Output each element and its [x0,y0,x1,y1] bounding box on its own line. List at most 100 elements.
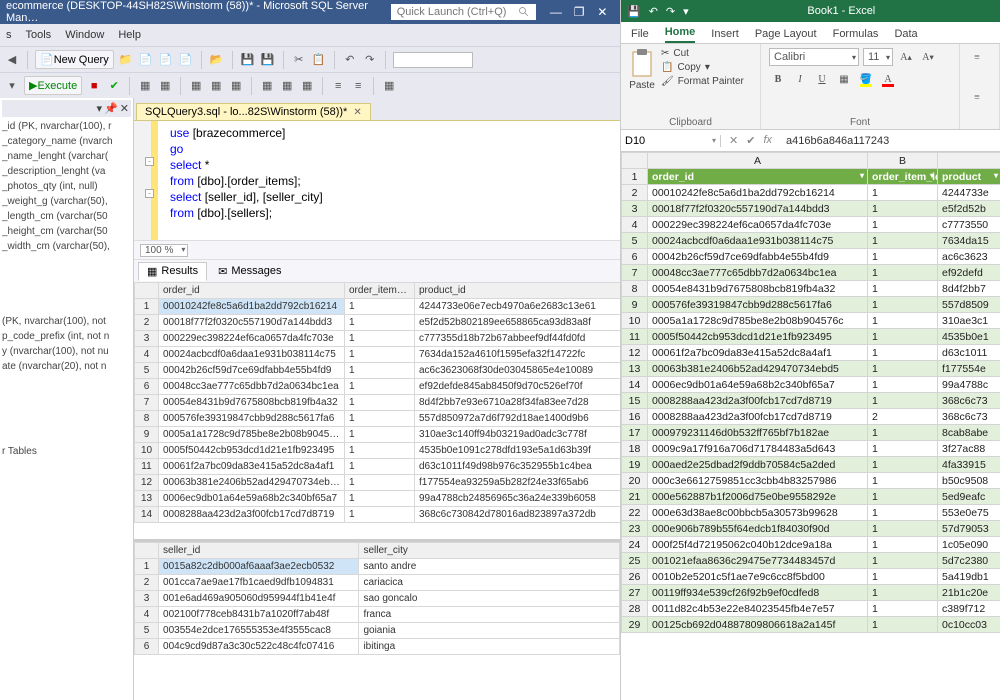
cell[interactable]: 0005a1a1728c9d785be8e2b08b904576c [648,313,868,329]
col-header[interactable]: order_item_id [345,283,415,299]
cell[interactable]: 1 [868,425,938,441]
cell[interactable]: 0c10cc03 [938,617,1000,633]
format-painter-button[interactable]: 🖌 Format Painter [661,76,744,87]
cell[interactable]: 000e63d38ae8c00bbcb5a30573b99628 [648,505,868,521]
cell[interactable]: 4244733e06e7ecb4970a6e2683c13e61 [415,299,621,315]
tb-icon[interactable]: ▦ [381,78,397,94]
tb-icon[interactable]: ▾ [4,78,20,94]
cell[interactable]: 1 [868,521,938,537]
cell[interactable]: 4fa33915 [938,457,1000,473]
cell[interactable]: 310ae3c140ff94b03219ad0adc3c778f [415,427,621,443]
minimize-button[interactable]: — [544,5,567,19]
cell[interactable]: ef92defde845ab8450f9d70c526ef70f [415,379,621,395]
cell[interactable]: 1 [345,427,415,443]
cell[interactable]: 1 [868,233,938,249]
cell[interactable]: b50c9508 [938,473,1000,489]
tb-icon[interactable]: ▦ [137,78,153,94]
cell[interactable]: 1 [868,217,938,233]
excel-grid[interactable]: AB1order_idorder_item_idproduct200010242… [621,152,1000,700]
oe-item[interactable]: _name_lenght (varchar( [2,149,131,164]
tb-icon[interactable]: ▦ [208,78,224,94]
undo-icon[interactable]: ↶ [649,5,658,18]
cell[interactable]: ibitinga [359,639,620,655]
cell[interactable]: 1 [868,617,938,633]
cell[interactable]: e5f2d52b802189ee658865ca93d83a8f [415,315,621,331]
cell[interactable]: 99a4788cb24856965c36a24e339b6058 [415,491,621,507]
cell[interactable]: 000576fe39319847cbb9d288c5617fa6 [648,297,868,313]
cell[interactable]: 00010242fe8c5a6d1ba2dd792cb16214 [159,299,345,315]
tb-icon[interactable]: ▦ [259,78,275,94]
cell[interactable]: 3f27ac88 [938,441,1000,457]
cell[interactable]: goiania [359,623,620,639]
cell[interactable]: 002100f778ceb8431b7a1020ff7ab48f [159,607,359,623]
cell[interactable]: ef92defd [938,265,1000,281]
cell[interactable]: 1 [868,201,938,217]
open-icon[interactable]: 📂 [209,52,225,68]
cell[interactable]: 310ae3c1 [938,313,1000,329]
cell[interactable]: 1 [868,249,938,265]
cell[interactable]: 5ed9eafc [938,489,1000,505]
cell[interactable]: 1 [868,265,938,281]
cell[interactable]: 1 [868,361,938,377]
quick-launch-input[interactable]: Quick Launch (Ctrl+Q) [391,4,537,20]
cell[interactable]: 0008288aa423d2a3f00fcb17cd7d8719 [648,409,868,425]
cell[interactable]: 000f25f4d72195062c040b12dce9a18a [648,537,868,553]
menu-item[interactable]: Tools [26,29,52,41]
cell[interactable]: 4535b0e1 [938,329,1000,345]
undo-icon[interactable]: ↶ [342,52,358,68]
name-box[interactable]: D10 [621,135,721,147]
italic-button[interactable]: I [791,70,809,88]
menu-item[interactable]: Window [65,29,104,41]
cell[interactable]: 00048cc3ae777c65dbb7d2a0634bc1ea [648,265,868,281]
cell[interactable]: 368c6c730842d78016ad823897a372db [415,507,621,523]
enter-icon[interactable]: ✔ [746,134,755,147]
col-header[interactable]: seller_id [159,543,359,559]
cell[interactable]: 1 [345,459,415,475]
cell[interactable]: 1 [345,331,415,347]
save-icon[interactable]: 💾 [240,52,256,68]
cell[interactable]: 001021efaa8636c29475e7734483457d [648,553,868,569]
cell[interactable]: 2 [868,409,938,425]
cell[interactable]: 0005f50442cb953dcd1d21e1fb923495 [648,329,868,345]
results-grid-2[interactable]: seller_idseller_city10015a82c2db000af6aa… [134,542,620,700]
oe-item[interactable]: _photos_qty (int, null) [2,179,131,194]
cell[interactable]: 1 [868,345,938,361]
redo-icon[interactable]: ↷ [666,5,675,18]
cell[interactable]: cariacica [359,575,620,591]
cell[interactable]: 00061f2a7bc09da83e415a52dc8a4af1 [648,345,868,361]
col-header[interactable]: A [648,153,868,169]
cell[interactable]: santo andre [359,559,620,575]
cell[interactable]: 00054e8431b9d7675808bcb819fb4a32 [648,281,868,297]
stop-icon[interactable]: ■ [86,78,102,94]
cell[interactable]: 00010242fe8c5a6d1ba2dd792cb16214 [648,185,868,201]
cell[interactable]: 00042b26cf59d7ce69dfabb4e55b4fd9 [648,249,868,265]
align-left-icon[interactable]: ≡ [968,88,986,106]
cell[interactable]: 00018f77f2f0320c557190d7a144bdd3 [159,315,345,331]
cell[interactable]: 4244733e [938,185,1000,201]
cell[interactable]: 5a419db1 [938,569,1000,585]
cell[interactable]: 1 [345,411,415,427]
cell[interactable]: 001cca7ae9ae17fb1caed9dfb1094831 [159,575,359,591]
cell[interactable]: 1 [345,347,415,363]
cell[interactable]: 00018f77f2f0320c557190d7a144bdd3 [648,201,868,217]
cell[interactable]: 1 [868,569,938,585]
cell[interactable]: f177554ea93259a5b282f24e33f65ab6 [415,475,621,491]
cell[interactable]: 1 [868,281,938,297]
cell[interactable]: 1 [345,299,415,315]
cell[interactable]: 0006ec9db01a64e59a68b2c340bf65a7 [648,377,868,393]
cell[interactable]: 1 [868,297,938,313]
oe-item[interactable]: y (nvarchar(100), not nu [2,344,131,359]
cell[interactable]: 000229ec398224ef6ca0657da4fc703e [648,217,868,233]
cell[interactable]: 1 [868,393,938,409]
align-top-icon[interactable]: ≡ [968,48,986,66]
cell[interactable]: 0010b2e5201c5f1ae7e9c6cc8f5bd00 [648,569,868,585]
ribbon-tab-page-layout[interactable]: Page Layout [755,28,817,43]
db-selector[interactable] [393,52,473,68]
cell[interactable]: 1 [868,585,938,601]
cell[interactable]: 1 [345,379,415,395]
cell[interactable]: 8cab8abe [938,425,1000,441]
cancel-icon[interactable]: ✕ [729,134,738,147]
close-button[interactable]: ✕ [591,5,614,19]
cell[interactable]: 1 [868,537,938,553]
increase-font-icon[interactable]: A▴ [897,48,915,66]
